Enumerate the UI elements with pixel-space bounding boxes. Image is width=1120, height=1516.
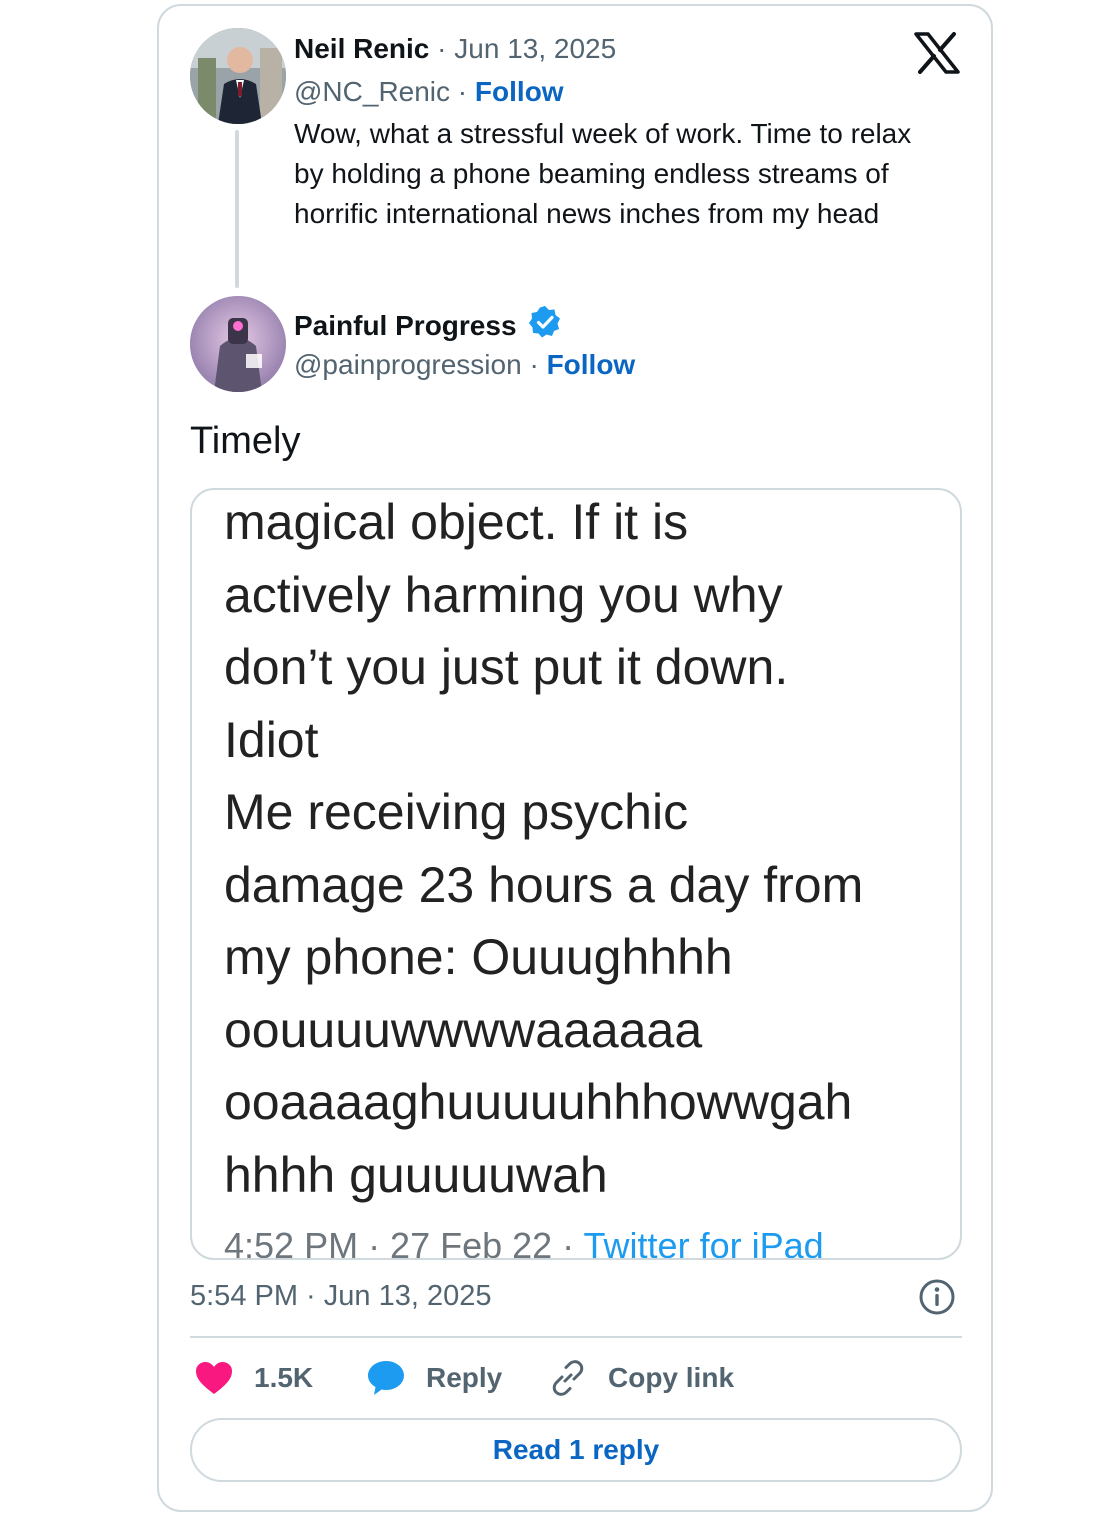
tweet-timestamp[interactable]: 5:54 PM · Jun 13, 2025: [190, 1278, 491, 1314]
media-footer-time: 4:52 PM · 27 Feb 22 ·: [224, 1225, 575, 1260]
thread-connector-line: [235, 130, 239, 288]
author-name[interactable]: Painful Progress: [294, 310, 517, 341]
quoted-tweet-text: Wow, what a stressful week of work. Time…: [294, 118, 912, 229]
link-icon: [552, 1360, 584, 1396]
media-text-line: Me receiving psychic: [224, 784, 689, 840]
heart-icon: [196, 1362, 232, 1394]
x-logo-icon[interactable]: [914, 32, 960, 79]
media-text-line: oouuuuwwwwaaaaaa: [224, 1001, 703, 1058]
copy-link-label: Copy link: [608, 1362, 735, 1393]
avatar-neil-renic[interactable]: [190, 28, 286, 124]
author-handle[interactable]: @painprogression ·: [294, 349, 539, 380]
media-screenshot-text: magical object. If it is actively harmin…: [224, 490, 944, 1211]
reply-label: Reply: [426, 1362, 503, 1393]
quoted-handle[interactable]: @NC_Renic ·: [294, 76, 467, 107]
divider: [190, 1336, 962, 1338]
quoted-follow-button[interactable]: Follow: [475, 76, 564, 107]
media-text-line: actively harming you why: [224, 566, 783, 623]
reply-bubble-icon: [368, 1361, 404, 1395]
tweet-text: Timely: [190, 420, 301, 462]
quoted-author-row: Neil Renic · Jun 13, 2025: [294, 32, 616, 66]
quoted-author-name[interactable]: Neil Renic: [294, 33, 429, 64]
follow-button[interactable]: Follow: [547, 349, 636, 380]
author-name-row: Painful Progress: [294, 305, 562, 347]
avatar-painful-progress[interactable]: [190, 296, 286, 392]
media-text-line: don’t you just put it down.: [224, 639, 789, 695]
reply-button[interactable]: Reply: [366, 1356, 502, 1400]
tweet-media-image[interactable]: magical object. If it is actively harmin…: [190, 488, 962, 1260]
quoted-date[interactable]: · Jun 13, 2025: [437, 33, 616, 64]
quoted-handle-row: @NC_Renic · Follow: [294, 75, 564, 109]
media-text-line: hhhh guuuuuwah: [224, 1146, 608, 1203]
read-replies-label: Read 1 reply: [492, 1434, 660, 1465]
media-text-line: my phone: Ouuughhhh: [224, 929, 733, 985]
media-text-line: Idiot: [224, 711, 319, 768]
media-footer-source: Twitter for iPad: [583, 1225, 824, 1260]
author-handle-row: @painprogression · Follow: [294, 348, 635, 382]
read-replies-button[interactable]: Read 1 reply: [190, 1418, 962, 1482]
media-screenshot-footer: 4:52 PM · 27 Feb 22 · Twitter for iPad: [224, 1224, 824, 1260]
info-icon[interactable]: [918, 1278, 956, 1321]
media-text-line: magical object. If it is: [224, 494, 689, 550]
like-count: 1.5K: [254, 1362, 314, 1393]
copy-link-button[interactable]: Copy link: [548, 1356, 734, 1400]
media-text-line: ooaaaaghuuuuuhhhowwgah: [224, 1074, 853, 1130]
like-button[interactable]: 1.5K: [194, 1356, 313, 1400]
verified-badge-icon: [528, 305, 562, 347]
media-text-line: damage 23 hours a day from: [224, 856, 864, 913]
